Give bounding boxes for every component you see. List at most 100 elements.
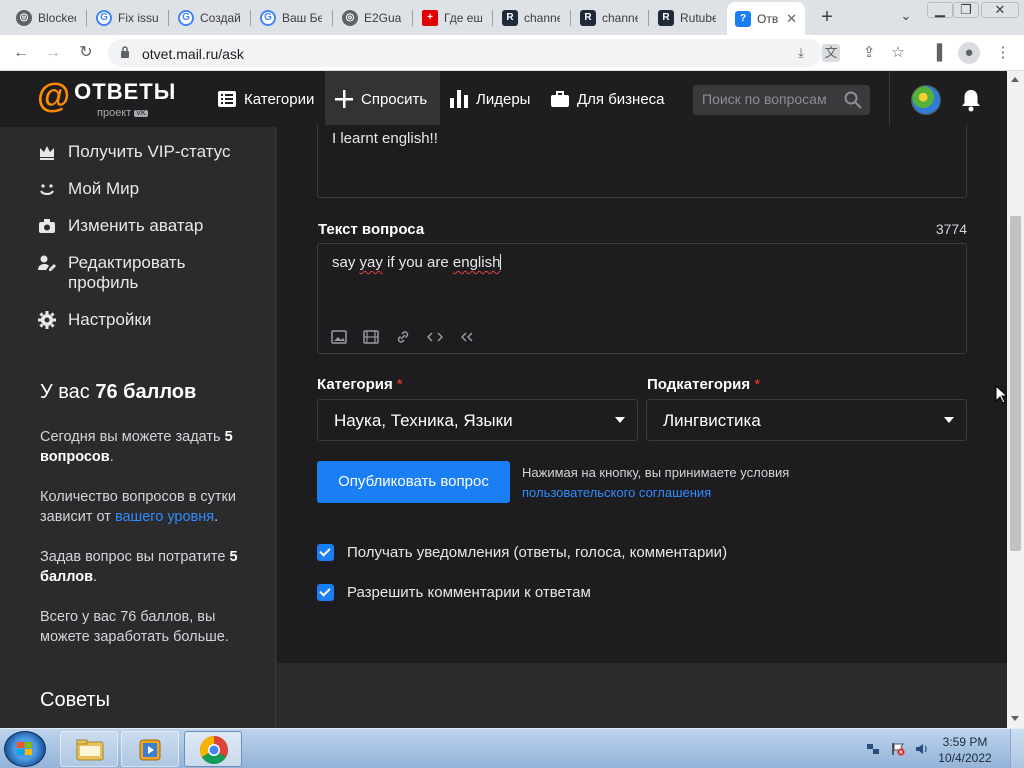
browser-tab[interactable]: R channe (572, 5, 646, 30)
tab-title: Blocked (38, 10, 76, 25)
close-window-button[interactable]: ✕ (981, 2, 1019, 18)
taskbar-explorer[interactable] (60, 731, 118, 767)
browser-menu-icon[interactable]: ⋮ (992, 42, 1014, 64)
notify-label: Получать уведомления (ответы, голоса, ко… (347, 544, 728, 561)
score-prefix: У вас (40, 381, 96, 403)
nav-categories[interactable]: Категории (208, 71, 324, 127)
text-part-misspelled: yay (359, 254, 383, 271)
scroll-down-arrow-icon[interactable] (1011, 716, 1019, 721)
side-panel-icon[interactable]: ▐ (926, 42, 948, 64)
code-icon[interactable] (427, 330, 443, 344)
menu-my-world[interactable]: Мой Мир (38, 179, 139, 199)
tips-heading: Советы (40, 689, 110, 711)
start-button[interactable] (4, 731, 46, 767)
comments-option[interactable]: Разрешить комментарии к ответам (317, 584, 591, 601)
minimize-button[interactable]: ▁ (927, 2, 953, 18)
question-title-field[interactable]: I learnt english!! (317, 125, 967, 198)
browser-tab[interactable]: ◎ Blocked (8, 5, 84, 30)
menu-edit-profile-label: Редактировать профиль (68, 253, 186, 292)
tab-title: Создай (200, 10, 240, 25)
new-tab-button[interactable]: + (816, 6, 838, 29)
quote-icon[interactable] (459, 330, 475, 344)
vk-badge: VK (134, 109, 148, 117)
rutube-icon: R (658, 9, 674, 26)
subcategory-select[interactable]: Лингвистика (646, 399, 967, 441)
clock-time: 3:59 PM (942, 735, 988, 749)
nav-business[interactable]: Для бизнеса (541, 71, 675, 127)
nav-leaders[interactable]: Лидеры (440, 71, 540, 127)
browser-tab[interactable]: G Создай (170, 5, 248, 30)
bookmark-star-icon[interactable]: ☆ (887, 42, 909, 64)
menu-change-avatar[interactable]: Изменить аватар (38, 216, 203, 236)
search-input[interactable] (702, 91, 837, 107)
question-text-field[interactable]: say yay if you are english (317, 243, 967, 354)
user-avatar[interactable] (911, 85, 941, 115)
link-icon[interactable] (395, 330, 411, 344)
notify-option[interactable]: Получать уведомления (ответы, голоса, ко… (317, 544, 727, 561)
browser-tab[interactable]: + Где ещ (414, 5, 490, 30)
share-icon[interactable]: ⇪ (858, 42, 880, 64)
text-part-misspelled: english (452, 254, 501, 271)
rutube-icon: R (502, 9, 518, 26)
char-counter: 3774 (935, 221, 967, 237)
show-desktop-button[interactable] (1010, 729, 1024, 768)
browser-tab[interactable]: R channe (494, 5, 568, 30)
install-app-icon[interactable]: ⤓ (792, 44, 810, 62)
browser-tab[interactable]: ◎ E2Guar (334, 5, 410, 30)
tab-title: Где ещ (444, 10, 482, 25)
windows-logo-icon (17, 742, 32, 755)
plus-icon (335, 90, 353, 108)
page-scrollbar[interactable] (1007, 71, 1024, 728)
browser-tab-active[interactable]: ? Отв ✕ (727, 2, 805, 35)
list-icon (218, 91, 236, 107)
tab-search-icon[interactable]: ⌄ (892, 6, 920, 26)
publish-question-button[interactable]: Опубликовать вопрос (317, 461, 510, 503)
tab-separator (332, 10, 333, 26)
profile-icon[interactable]: ● (958, 42, 980, 64)
address-bar[interactable]: otvet.mail.ru/ask ⤓ 文 (108, 39, 840, 67)
clock-date: 10/4/2022 (938, 751, 992, 765)
terms-text: Нажимая на кнопку, вы принимаете условия (522, 465, 790, 480)
menu-change-avatar-label: Изменить аватар (68, 216, 204, 235)
back-icon[interactable]: ← (10, 42, 32, 64)
bar-chart-icon (450, 90, 468, 108)
tab-title: Ваш Бе (282, 10, 322, 25)
text-part: if you are (382, 254, 453, 271)
search-icon[interactable] (844, 91, 862, 109)
notifications-bell-icon[interactable] (960, 88, 982, 112)
swiss-flag-icon: + (422, 9, 438, 26)
restore-button[interactable]: ❐ (953, 2, 979, 18)
user-agreement-link[interactable]: пользовательского соглашения (522, 485, 711, 500)
close-tab-icon[interactable]: ✕ (786, 11, 797, 27)
taskbar-clock[interactable]: 3:59 PM 10/4/2022 (935, 734, 995, 766)
otvety-logo[interactable]: @ ОТВЕТЫ проект VK (37, 79, 176, 119)
scroll-up-arrow-icon[interactable] (1011, 77, 1019, 82)
scrollbar-thumb[interactable] (1010, 216, 1021, 551)
action-center-flag-icon[interactable] (891, 742, 905, 756)
menu-vip-label: Получить VIP-статус (68, 142, 231, 161)
volume-icon[interactable] (915, 742, 929, 756)
browser-tab[interactable]: G Ваш Бе (252, 5, 330, 30)
translate-icon[interactable]: 文 (822, 44, 840, 62)
category-select[interactable]: Наука, Техника, Языки (317, 399, 638, 441)
reload-icon[interactable]: ↻ (75, 42, 97, 64)
network-icon[interactable] (866, 742, 880, 756)
folder-icon (76, 739, 104, 761)
video-icon[interactable] (363, 330, 379, 344)
browser-tab[interactable]: R Rutube (650, 5, 724, 30)
nav-ask[interactable]: Спросить (325, 71, 440, 127)
menu-settings[interactable]: Настройки (38, 310, 151, 330)
menu-edit-profile[interactable]: Редактировать профиль (38, 253, 238, 293)
menu-vip-status[interactable]: Получить VIP-статус (38, 142, 230, 162)
taskbar-chrome[interactable] (184, 731, 242, 767)
comments-label: Разрешить комментарии к ответам (347, 584, 591, 601)
comments-checkbox[interactable] (317, 584, 334, 601)
camera-icon (39, 219, 55, 233)
browser-tab[interactable]: G Fix issu (88, 5, 166, 30)
forward-icon[interactable]: → (42, 42, 64, 64)
image-icon[interactable] (331, 330, 347, 344)
question-text-value: say yay if you are english (332, 254, 502, 271)
your-level-link[interactable]: вашего уровня (115, 509, 214, 525)
taskbar-media-player[interactable] (121, 731, 179, 767)
notify-checkbox[interactable] (317, 544, 334, 561)
